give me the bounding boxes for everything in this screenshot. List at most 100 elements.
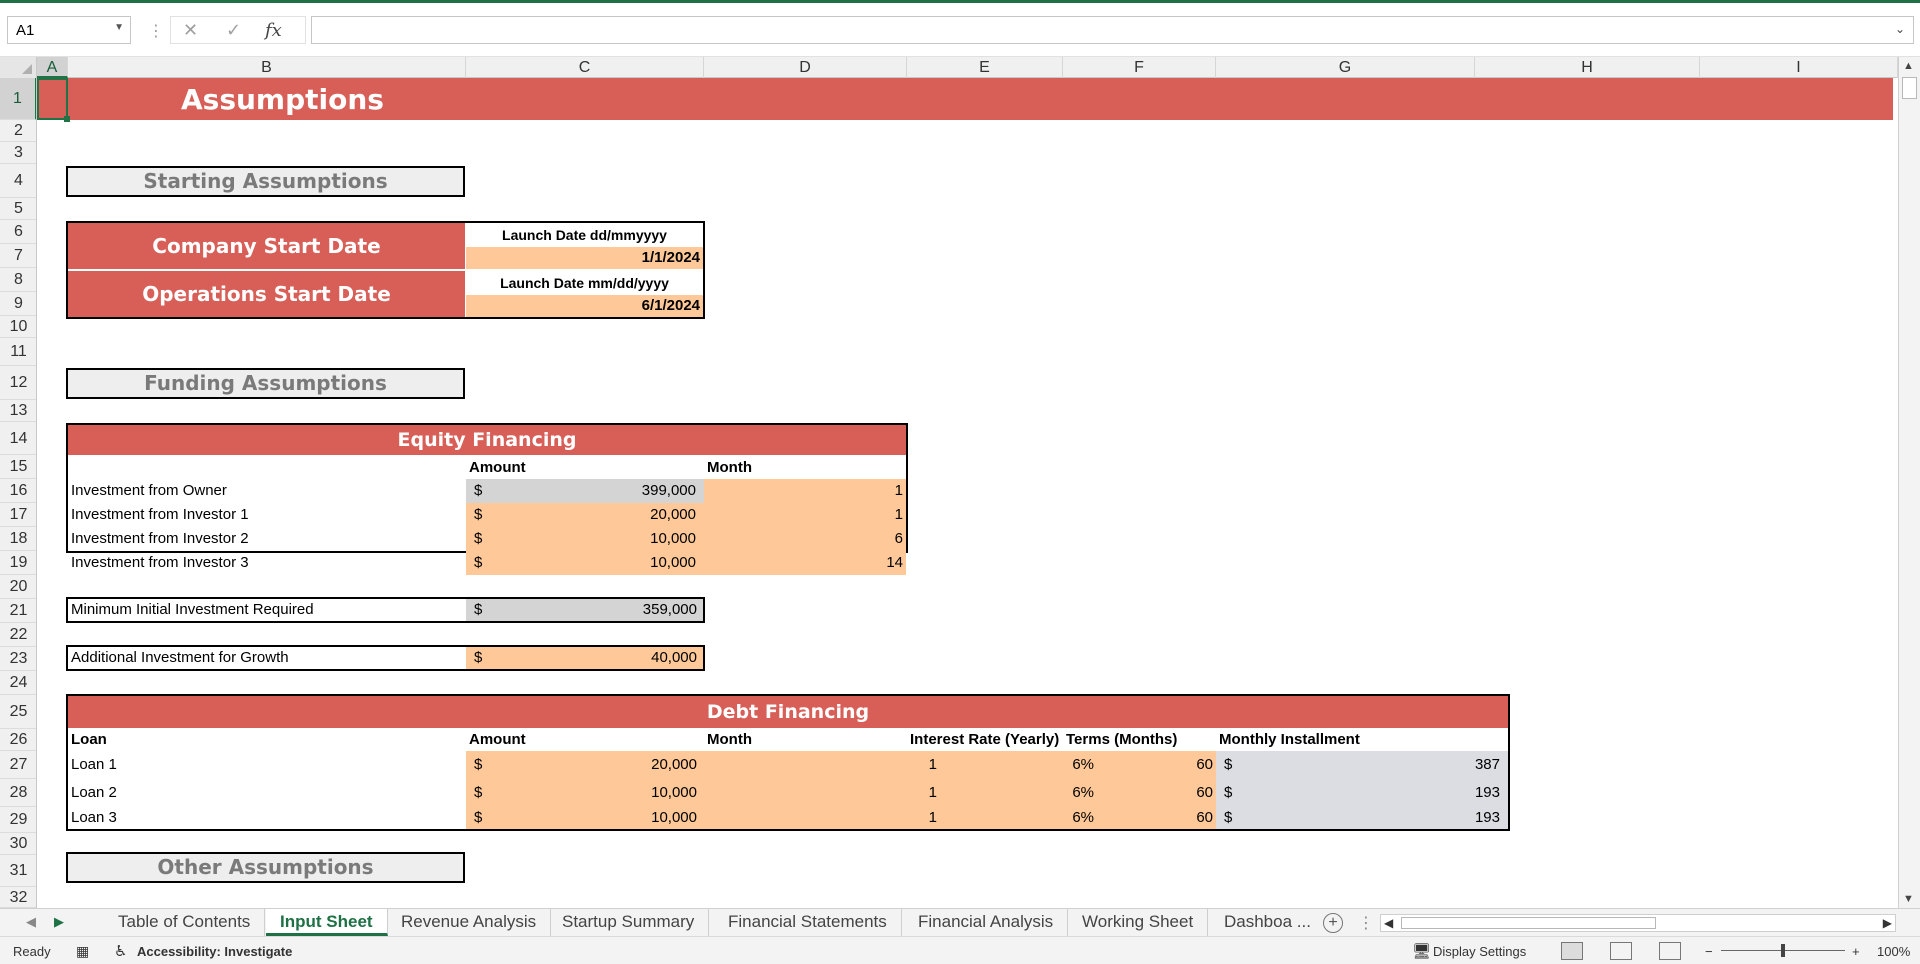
vertical-scroll-thumb[interactable] — [1902, 77, 1917, 99]
column-header-i[interactable]: I — [1700, 57, 1898, 78]
additional-investment-amount[interactable]: $ 40,000 — [466, 647, 703, 669]
cancel-icon[interactable]: ✕ — [183, 20, 198, 41]
loan-amount[interactable]: 10,000 — [597, 807, 697, 829]
loan-installment[interactable]: $ 193 — [1216, 807, 1508, 829]
add-sheet-icon[interactable]: + — [1323, 913, 1343, 933]
loan-terms[interactable]: 60 — [1117, 751, 1213, 779]
row-header[interactable]: 4 — [0, 164, 36, 198]
row-header[interactable]: 6 — [0, 220, 36, 244]
row-header[interactable]: 15 — [0, 455, 36, 479]
tab-scroll-right-icon[interactable]: ▶ — [54, 914, 64, 930]
row-header[interactable]: 8 — [0, 268, 36, 292]
equity-row-amount[interactable]: $ 10,000 — [466, 527, 704, 551]
row-header[interactable]: 1 — [0, 78, 36, 120]
column-header-h[interactable]: H — [1475, 57, 1700, 78]
tab-table-of-contents[interactable]: Table of Contents — [104, 909, 266, 936]
row-header[interactable]: 10 — [0, 316, 36, 338]
name-box[interactable]: A1 ▼ — [7, 16, 131, 44]
loan-rate[interactable]: 6% — [987, 751, 1094, 779]
display-settings-label[interactable]: Display Settings — [1433, 944, 1526, 959]
scroll-right-icon[interactable]: ▶ — [1883, 916, 1892, 930]
loan-rate[interactable]: 6% — [987, 807, 1094, 829]
loan-rate[interactable]: 6% — [987, 779, 1094, 807]
display-settings-icon[interactable]: 🖥 — [1412, 942, 1431, 960]
vertical-scrollbar[interactable]: ▲ ▼ — [1898, 57, 1920, 908]
row-header[interactable]: 27 — [0, 751, 36, 779]
enter-icon[interactable]: ✓ — [226, 20, 241, 41]
row-header[interactable]: 21 — [0, 599, 36, 623]
loan-month[interactable]: 1 — [837, 751, 937, 779]
row-header[interactable]: 26 — [0, 729, 36, 751]
column-header-e[interactable]: E — [907, 57, 1063, 78]
equity-row-month[interactable]: 1 — [704, 479, 906, 503]
tab-revenue-analysis[interactable]: Revenue Analysis — [387, 909, 552, 936]
equity-row-amount[interactable]: $ 20,000 — [466, 503, 704, 527]
tab-input-sheet[interactable]: Input Sheet — [266, 909, 388, 936]
company-start-value[interactable]: 1/1/2024 — [466, 247, 703, 269]
zoom-out-icon[interactable]: − — [1705, 944, 1713, 959]
row-header[interactable]: 13 — [0, 400, 36, 422]
formula-input[interactable]: ⌄ — [311, 16, 1914, 44]
more-options-icon[interactable]: ⋮ — [148, 21, 164, 41]
row-header[interactable]: 20 — [0, 575, 36, 599]
tab-financial-analysis[interactable]: Financial Analysis — [904, 909, 1069, 936]
row-header[interactable]: 25 — [0, 695, 36, 729]
column-header-c[interactable]: C — [466, 57, 704, 78]
row-header[interactable]: 30 — [0, 833, 36, 855]
row-header[interactable]: 3 — [0, 142, 36, 164]
row-header[interactable]: 14 — [0, 422, 36, 455]
row-header[interactable]: 22 — [0, 623, 36, 647]
row-header[interactable]: 28 — [0, 779, 36, 807]
equity-row-amount[interactable]: $ 399,000 — [466, 479, 704, 503]
row-header[interactable]: 29 — [0, 807, 36, 833]
column-header-g[interactable]: G — [1216, 57, 1475, 78]
tab-working-sheet[interactable]: Working Sheet — [1068, 909, 1209, 936]
row-header[interactable]: 18 — [0, 527, 36, 551]
column-header-b[interactable]: B — [68, 57, 466, 78]
expand-formula-bar-icon[interactable]: ⌄ — [1895, 22, 1905, 36]
loan-installment[interactable]: $ 387 — [1216, 751, 1508, 779]
loan-terms[interactable]: 60 — [1117, 779, 1213, 807]
row-header[interactable]: 24 — [0, 671, 36, 695]
row-header[interactable]: 23 — [0, 647, 36, 671]
column-header-f[interactable]: F — [1063, 57, 1216, 78]
row-header[interactable]: 16 — [0, 479, 36, 503]
select-all-button[interactable] — [0, 57, 37, 78]
loan-amount[interactable]: 10,000 — [597, 779, 697, 807]
loan-month[interactable]: 1 — [837, 807, 937, 829]
column-header-a[interactable]: A — [37, 57, 68, 78]
equity-row-month[interactable]: 14 — [704, 551, 906, 575]
equity-row-amount[interactable]: $ 10,000 — [466, 551, 704, 575]
macro-recorder-icon[interactable]: ▦ — [76, 943, 89, 960]
loan-installment[interactable]: $ 193 — [1216, 779, 1508, 807]
row-header[interactable]: 5 — [0, 198, 36, 220]
zoom-slider-thumb[interactable] — [1781, 944, 1785, 957]
zoom-level[interactable]: 100% — [1877, 944, 1910, 959]
row-header[interactable]: 31 — [0, 855, 36, 887]
zoom-in-icon[interactable]: + — [1852, 944, 1860, 959]
loan-month[interactable]: 1 — [837, 779, 937, 807]
worksheet-grid[interactable]: Assumptions Starting Assumptions Company… — [37, 78, 1898, 908]
tab-options-icon[interactable]: ⋮ — [1358, 913, 1374, 933]
tab-startup-summary[interactable]: Startup Summary — [548, 909, 710, 936]
row-header[interactable]: 2 — [0, 120, 36, 142]
chevron-down-icon[interactable]: ▼ — [114, 22, 124, 33]
row-header[interactable]: 11 — [0, 338, 36, 366]
accessibility-icon[interactable]: ♿ — [114, 942, 127, 960]
insert-function-icon[interactable]: fx — [265, 20, 282, 41]
tab-scroll-left-icon[interactable]: ◀ — [26, 914, 36, 930]
column-header-d[interactable]: D — [704, 57, 907, 78]
min-investment-amount[interactable]: $ 359,000 — [466, 599, 703, 621]
row-header[interactable]: 9 — [0, 292, 36, 316]
row-header[interactable]: 7 — [0, 244, 36, 268]
page-break-view-icon[interactable] — [1659, 942, 1681, 960]
equity-row-month[interactable]: 1 — [704, 503, 906, 527]
horizontal-scroll-thumb[interactable] — [1401, 917, 1656, 929]
tab-financial-statements[interactable]: Financial Statements — [714, 909, 902, 936]
normal-view-icon[interactable] — [1561, 942, 1583, 960]
accessibility-status[interactable]: Accessibility: Investigate — [137, 944, 292, 959]
equity-row-month[interactable]: 6 — [704, 527, 906, 551]
row-header[interactable]: 17 — [0, 503, 36, 527]
row-header[interactable]: 32 — [0, 887, 36, 908]
horizontal-scrollbar[interactable]: ◀ ▶ — [1380, 914, 1896, 932]
